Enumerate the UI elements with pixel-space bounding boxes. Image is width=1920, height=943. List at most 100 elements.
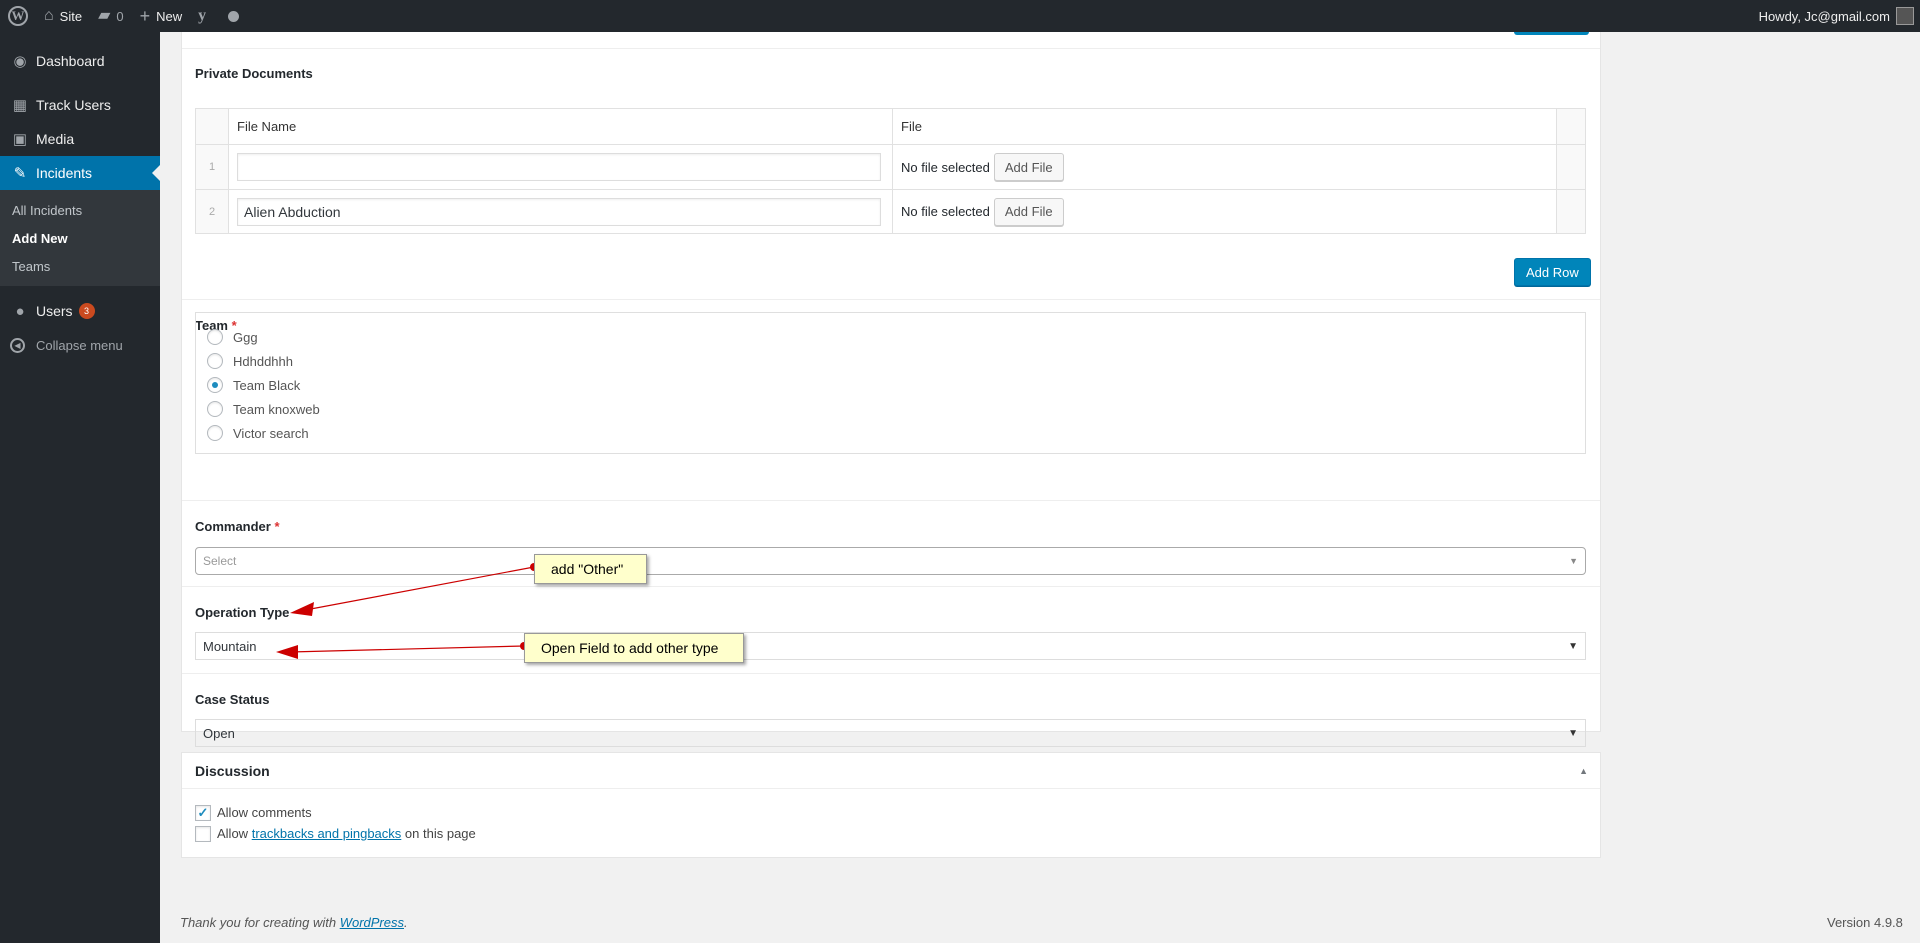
commander-select[interactable]: Select ▼ bbox=[195, 547, 1586, 575]
radio-button[interactable] bbox=[207, 353, 223, 369]
users-count-badge: 3 bbox=[78, 303, 95, 319]
new-content-link[interactable]: + New bbox=[132, 0, 191, 32]
submenu-all-incidents[interactable]: All Incidents bbox=[0, 196, 160, 224]
discussion-header[interactable]: Discussion ▲ bbox=[182, 753, 1600, 789]
collapse-toggle-icon[interactable]: ▲ bbox=[1579, 766, 1588, 776]
sidebar-item-label: Media bbox=[36, 131, 75, 147]
radio-button-checked[interactable] bbox=[207, 377, 223, 393]
radio-label: Victor search bbox=[233, 425, 309, 441]
radio-label: Hdhddhhh bbox=[233, 353, 293, 369]
annotation-callout-other: add "Other" bbox=[534, 554, 647, 584]
user-icon: ● bbox=[15, 302, 25, 320]
new-label: New bbox=[156, 8, 183, 24]
file-cell: No file selected Add File bbox=[893, 190, 1557, 233]
yoast-menu[interactable]: y bbox=[190, 0, 220, 32]
chevron-down-icon: ▼ bbox=[1568, 640, 1578, 652]
row-order[interactable]: 1 bbox=[196, 145, 229, 189]
sidebar-item-label: Users bbox=[36, 303, 73, 319]
sidebar-item-dashboard[interactable]: ◉ Dashboard bbox=[0, 44, 160, 78]
sidebar-item-label: Track Users bbox=[36, 97, 111, 113]
collapse-label: Collapse menu bbox=[36, 337, 123, 353]
add-row-button[interactable]: Add Row bbox=[1514, 258, 1591, 286]
radio-button[interactable] bbox=[207, 425, 223, 441]
radio-button[interactable] bbox=[207, 401, 223, 417]
allow-comments-label: Allow comments bbox=[217, 805, 312, 820]
chevron-down-icon: ▼ bbox=[1569, 556, 1578, 566]
radio-label: Team Black bbox=[233, 377, 301, 393]
comment-icon: ▰ bbox=[98, 7, 111, 24]
documents-repeater-table: File Name File 1 No file selected Add Fi… bbox=[195, 108, 1586, 234]
add-file-button[interactable]: Add File bbox=[993, 153, 1064, 181]
avatar bbox=[1896, 7, 1914, 25]
case-status-label: Case Status bbox=[195, 692, 270, 707]
add-file-button[interactable]: Add File bbox=[993, 197, 1064, 226]
footer-thanks-text: Thank you for creating with bbox=[180, 915, 337, 930]
allow-trackbacks-checkbox[interactable] bbox=[195, 825, 211, 842]
row-order[interactable]: 2 bbox=[196, 190, 229, 233]
remove-row-handle[interactable] bbox=[1557, 145, 1585, 189]
file-cell: No file selected Add File bbox=[893, 145, 1557, 189]
remove-row-handle[interactable] bbox=[1557, 190, 1585, 233]
submenu-teams[interactable]: Teams bbox=[0, 252, 160, 280]
account-menu[interactable]: Howdy, Jc@gmail.com bbox=[1751, 0, 1920, 32]
media-icon: ▣ bbox=[12, 131, 28, 148]
comments-link[interactable]: ▰ 0 bbox=[90, 0, 132, 32]
file-name-input[interactable]: Alien Abduction bbox=[237, 197, 881, 226]
radio-option-hdhddhhh[interactable]: Hdhddhhh bbox=[196, 349, 1585, 373]
sidebar-item-media[interactable]: ▣ Media bbox=[0, 122, 160, 156]
file-name-input[interactable] bbox=[237, 153, 881, 181]
radio-label: Ggg bbox=[233, 329, 258, 345]
allow-comments-checkbox[interactable]: ✓ bbox=[195, 804, 211, 821]
partial-button[interactable] bbox=[1514, 32, 1589, 35]
site-link[interactable]: ⌂ Site bbox=[36, 0, 90, 32]
table-row: 1 No file selected Add File bbox=[196, 145, 1585, 190]
radio-option-victor-search[interactable]: Victor search bbox=[196, 421, 1585, 445]
status-dot-icon bbox=[228, 10, 240, 22]
incidents-submenu: All Incidents Add New Teams bbox=[0, 190, 160, 286]
comments-count: 0 bbox=[116, 8, 124, 24]
case-status-value: Open bbox=[203, 725, 235, 741]
sidebar-item-label: Incidents bbox=[36, 165, 93, 181]
radio-option-team-black[interactable]: Team Black bbox=[196, 373, 1585, 397]
allow-prefix: Allow bbox=[217, 826, 249, 841]
commander-label: Commander * bbox=[195, 519, 280, 534]
submenu-add-new[interactable]: Add New bbox=[0, 224, 160, 252]
table-icon: ▦ bbox=[12, 97, 28, 114]
file-name-cell bbox=[229, 145, 893, 189]
operation-type-label: Operation Type bbox=[195, 605, 290, 620]
dashboard-icon: ◉ bbox=[13, 53, 27, 70]
collapse-menu-button[interactable]: ◀ Collapse menu bbox=[0, 328, 160, 362]
radio-option-ggg[interactable]: Ggg bbox=[196, 325, 1585, 349]
admin-bar: W ⌂ Site ▰ 0 + New y Howdy, Jc@gmail.com bbox=[0, 0, 1920, 32]
allow-comments-row: ✓ Allow comments bbox=[182, 802, 1600, 823]
footer-version: Version 4.9.8 bbox=[1827, 915, 1903, 930]
private-documents-field: Private Documents File Name File 1 No fi… bbox=[182, 48, 1600, 299]
plus-icon: + bbox=[139, 6, 151, 26]
status-dot-menu[interactable] bbox=[220, 0, 247, 32]
operation-type-select[interactable]: Mountain ▼ bbox=[195, 632, 1586, 660]
home-icon: ⌂ bbox=[44, 7, 54, 24]
file-status: No file selected bbox=[901, 159, 990, 175]
admin-sidebar: ◉ Dashboard ▦ Track Users ▣ Media ✎ Inci… bbox=[0, 32, 160, 943]
sidebar-item-track-users[interactable]: ▦ Track Users bbox=[0, 88, 160, 122]
radio-option-team-knoxweb[interactable]: Team knoxweb bbox=[196, 397, 1585, 421]
file-status: No file selected bbox=[901, 204, 990, 219]
required-marker: * bbox=[274, 519, 280, 534]
wordpress-logo-button[interactable]: W bbox=[0, 0, 36, 32]
sidebar-item-users[interactable]: ● Users 3 bbox=[0, 294, 160, 328]
team-radio-list: Ggg Hdhddhhh Team Black Team knoxweb Vic… bbox=[195, 312, 1586, 454]
discussion-title: Discussion bbox=[195, 762, 270, 779]
pin-icon: ✎ bbox=[13, 165, 27, 182]
radio-button[interactable] bbox=[207, 329, 223, 345]
case-status-field: Case Status Open ▼ bbox=[182, 673, 1600, 747]
allow-suffix: on this page bbox=[404, 826, 476, 841]
sidebar-item-incidents[interactable]: ✎ Incidents bbox=[0, 156, 160, 190]
table-header-row: File Name File bbox=[196, 109, 1585, 145]
wordpress-link[interactable]: WordPress bbox=[340, 915, 404, 930]
case-status-select[interactable]: Open ▼ bbox=[195, 719, 1586, 747]
annotation-callout-open-field: Open Field to add other type bbox=[524, 633, 744, 663]
trackbacks-link[interactable]: trackbacks and pingbacks bbox=[252, 826, 402, 841]
radio-label: Team knoxweb bbox=[233, 401, 320, 417]
table-row: 2 Alien Abduction No file selected Add F… bbox=[196, 190, 1585, 233]
private-documents-label: Private Documents bbox=[195, 66, 313, 81]
